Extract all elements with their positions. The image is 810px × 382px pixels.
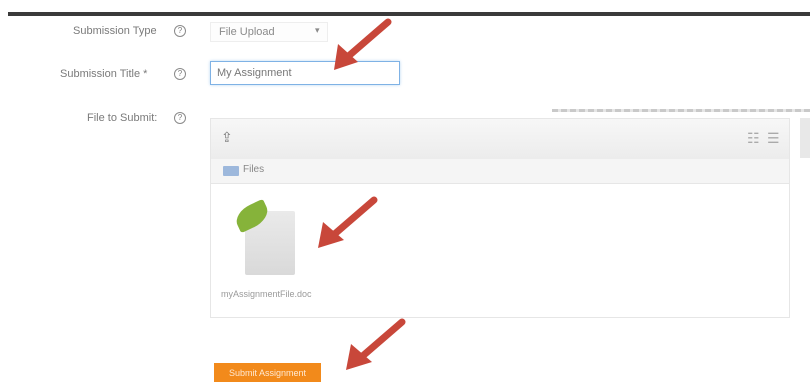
chevron-down-icon: ▾: [315, 25, 320, 35]
annotation-arrow-icon: [346, 318, 406, 370]
file-browser-toolbar: ⇪ ☷ ☰: [211, 119, 789, 160]
list-view-icon[interactable]: ☰: [767, 130, 780, 147]
divider-strip: [552, 109, 810, 112]
submission-type-select[interactable]: File Upload ▾: [210, 22, 328, 42]
submission-title-label: Submission Title *: [60, 68, 148, 80]
path-label[interactable]: Files: [243, 164, 264, 175]
grid-view-icon[interactable]: ☷: [747, 130, 760, 147]
annotation-arrow-icon: [334, 18, 392, 70]
top-border: [8, 12, 810, 16]
submission-title-help-icon[interactable]: ?: [174, 68, 186, 80]
file-browser: ⇪ ☷ ☰ Files myAssignmentFile.doc: [210, 118, 790, 318]
file-to-submit-help-icon[interactable]: ?: [174, 112, 186, 124]
scrollbar[interactable]: [800, 118, 810, 158]
file-name: myAssignmentFile.doc: [221, 289, 312, 299]
annotation-arrow-icon: [318, 196, 378, 248]
folder-icon: [223, 166, 239, 176]
submission-type-help-icon[interactable]: ?: [174, 25, 186, 37]
upload-icon[interactable]: ⇪: [221, 129, 233, 146]
file-to-submit-label: File to Submit:: [87, 112, 158, 124]
file-browser-pathbar: Files: [211, 159, 789, 184]
submission-type-value: File Upload: [219, 26, 275, 38]
submit-assignment-button[interactable]: Submit Assignment: [214, 363, 321, 382]
submission-type-label: Submission Type: [73, 25, 157, 37]
